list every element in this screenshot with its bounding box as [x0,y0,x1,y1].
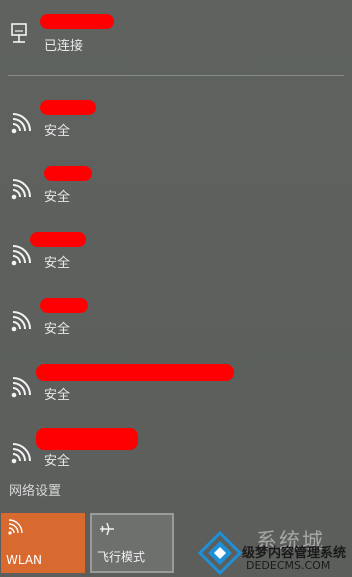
network-flyout: 已连接 安全 安全 安全 安全 安全 安全 网络设置 WLAN 飞行模式 系统城… [0,0,352,577]
redacted-network-name [44,166,92,181]
security-status: 安全 [44,322,71,337]
site-watermark: 系统城 级梦内容管理系统 DEDECMS.COM [196,525,352,577]
wifi-signal-icon [11,443,31,464]
wifi-network-item[interactable]: 安全 [0,224,352,284]
divider [8,75,344,76]
wifi-signal-icon [11,311,31,332]
security-status: 安全 [44,124,71,139]
wifi-network-item[interactable]: 安全 [0,422,352,482]
wifi-network-item[interactable]: 安全 [0,92,352,152]
redacted-network-name [40,14,114,29]
security-status: 安全 [44,388,71,403]
redacted-network-name [40,298,88,313]
redacted-network-name [36,428,138,450]
security-status: 安全 [44,190,71,205]
wifi-signal-icon [11,377,31,398]
watermark-url: DEDECMS.COM [246,559,331,572]
security-status: 安全 [44,454,71,469]
redacted-network-name [40,100,96,115]
wifi-signal-icon [11,179,31,200]
watermark-logo-icon [198,531,242,575]
wifi-signal-icon [11,113,31,134]
airplane-mode-label: 飞行模式 [97,550,146,564]
connected-network-item[interactable]: 已连接 [0,8,352,68]
wifi-network-item[interactable]: 安全 [0,290,352,350]
wlan-toggle-tile[interactable]: WLAN [1,513,85,573]
wifi-icon [8,519,23,535]
airplane-icon [100,522,114,536]
network-settings-link[interactable]: 网络设置 [9,480,61,499]
security-status: 安全 [44,256,71,271]
wifi-network-item[interactable]: 安全 [0,356,352,416]
airplane-mode-tile[interactable]: 飞行模式 [90,513,174,573]
ethernet-icon [11,23,27,43]
redacted-network-name [30,232,86,247]
redacted-network-name [36,364,234,381]
wifi-signal-icon [11,245,31,266]
wifi-network-item[interactable]: 安全 [0,158,352,218]
connection-status: 已连接 [44,39,84,54]
wlan-label: WLAN [6,553,43,567]
